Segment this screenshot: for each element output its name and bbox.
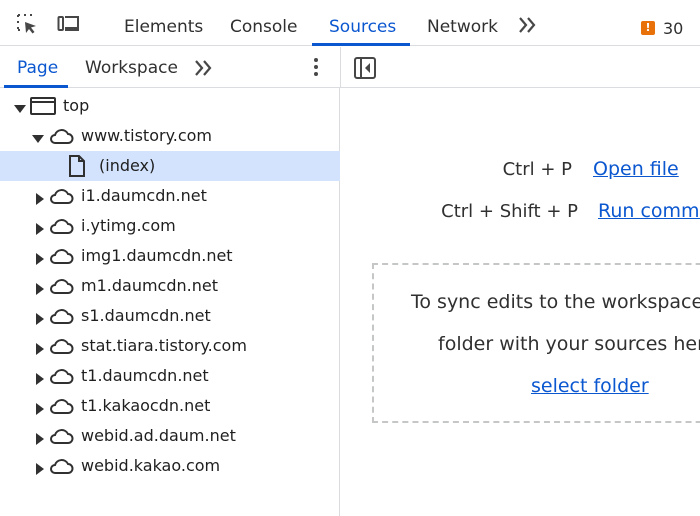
- cloud-icon: [48, 454, 74, 478]
- more-navigator-tabs-icon[interactable]: [193, 57, 215, 79]
- shortcut-keys: Ctrl + P: [502, 159, 572, 180]
- tree-item-label: i.ytimg.com: [81, 216, 176, 235]
- more-tabs-icon[interactable]: [517, 14, 539, 36]
- tree-item-label: m1.daumcdn.net: [81, 276, 218, 295]
- cloud-icon: [48, 214, 74, 238]
- frame-icon: [30, 94, 56, 118]
- file-icon: [64, 154, 90, 178]
- tree-item-label: s1.daumcdn.net: [81, 306, 211, 325]
- tab-page[interactable]: Page: [17, 47, 58, 87]
- issues-counter[interactable]: ! 30: [641, 18, 683, 38]
- file-navigator: top www.tistory.com (index) i1.daumcdn.n…: [0, 88, 340, 516]
- tab-elements[interactable]: Elements: [124, 0, 203, 46]
- collapsed-arrow-icon[interactable]: [34, 430, 46, 445]
- panel-divider: [340, 47, 341, 87]
- tab-network[interactable]: Network: [427, 0, 498, 46]
- tree-item-domain[interactable]: www.tistory.com: [0, 121, 340, 151]
- tree-item-label: img1.daumcdn.net: [81, 246, 233, 265]
- tree-item-top[interactable]: top: [0, 91, 340, 121]
- collapsed-arrow-icon[interactable]: [34, 250, 46, 265]
- cloud-icon: [48, 394, 74, 418]
- more-options-icon[interactable]: [307, 56, 325, 78]
- device-toolbar-icon[interactable]: [57, 12, 81, 36]
- collapsed-arrow-icon[interactable]: [34, 400, 46, 415]
- tree-item-domain[interactable]: m1.daumcdn.net: [0, 271, 340, 301]
- cloud-icon: [48, 124, 74, 148]
- tree-item-domain[interactable]: t1.daumcdn.net: [0, 361, 340, 391]
- collapsed-arrow-icon[interactable]: [34, 370, 46, 385]
- collapsed-arrow-icon[interactable]: [34, 310, 46, 325]
- sources-subtoolbar: Page Workspace: [0, 47, 700, 88]
- expanded-arrow-icon[interactable]: [14, 100, 26, 113]
- tree-item-label: webid.kakao.com: [81, 456, 221, 475]
- inspect-element-icon[interactable]: [15, 12, 39, 36]
- tree-item-domain[interactable]: webid.kakao.com: [0, 451, 340, 481]
- tab-workspace[interactable]: Workspace: [85, 47, 178, 87]
- tree-item-label: www.tistory.com: [81, 126, 213, 145]
- expanded-arrow-icon[interactable]: [32, 130, 44, 143]
- tree-item-label: t1.daumcdn.net: [81, 366, 209, 385]
- tree-item-label: (index): [99, 156, 156, 175]
- tree-item-file-index[interactable]: (index): [0, 151, 340, 181]
- collapsed-arrow-icon[interactable]: [34, 220, 46, 235]
- cloud-icon: [48, 184, 74, 208]
- tab-console[interactable]: Console: [230, 0, 298, 46]
- main-toolbar: Elements Console Sources Network ! 30: [0, 0, 700, 46]
- cloud-icon: [48, 304, 74, 328]
- tree-item-label: stat.tiara.tistory.com: [81, 336, 247, 355]
- drop-zone-text: To sync edits to the workspace,: [411, 291, 700, 313]
- collapsed-arrow-icon[interactable]: [34, 340, 46, 355]
- collapsed-arrow-icon[interactable]: [34, 190, 46, 205]
- tree-item-domain[interactable]: img1.daumcdn.net: [0, 241, 340, 271]
- cloud-icon: [48, 364, 74, 388]
- collapsed-arrow-icon[interactable]: [34, 460, 46, 475]
- toggle-navigator-icon[interactable]: [353, 56, 377, 80]
- tree-item-domain[interactable]: s1.daumcdn.net: [0, 301, 340, 331]
- tree-item-domain[interactable]: t1.kakaocdn.net: [0, 391, 340, 421]
- open-file-link[interactable]: Open file: [593, 158, 679, 180]
- tree-item-domain[interactable]: i.ytimg.com: [0, 211, 340, 241]
- tab-sources[interactable]: Sources: [329, 0, 396, 46]
- tree-item-domain[interactable]: webid.ad.daum.net: [0, 421, 340, 451]
- run-command-link[interactable]: Run comma: [598, 200, 700, 222]
- select-folder-link[interactable]: select folder: [531, 375, 649, 397]
- editor-placeholder: Ctrl + P Open file Ctrl + Shift + P Run …: [341, 88, 700, 516]
- tree-item-label: top: [63, 96, 90, 115]
- cloud-icon: [48, 334, 74, 358]
- tree-item-domain[interactable]: stat.tiara.tistory.com: [0, 331, 340, 361]
- cloud-icon: [48, 274, 74, 298]
- tree-item-label: webid.ad.daum.net: [81, 426, 236, 445]
- cloud-icon: [48, 244, 74, 268]
- issue-warning-icon: !: [641, 21, 655, 35]
- tree-item-label: i1.daumcdn.net: [81, 186, 207, 205]
- collapsed-arrow-icon[interactable]: [34, 280, 46, 295]
- tree-item-domain[interactable]: i1.daumcdn.net: [0, 181, 340, 211]
- drop-zone-text: folder with your sources here: [438, 333, 700, 355]
- shortcut-keys: Ctrl + Shift + P: [441, 201, 578, 222]
- active-tab-indicator: [312, 43, 410, 46]
- cloud-icon: [48, 424, 74, 448]
- issues-count: 30: [663, 18, 684, 38]
- tree-item-label: t1.kakaocdn.net: [81, 396, 211, 415]
